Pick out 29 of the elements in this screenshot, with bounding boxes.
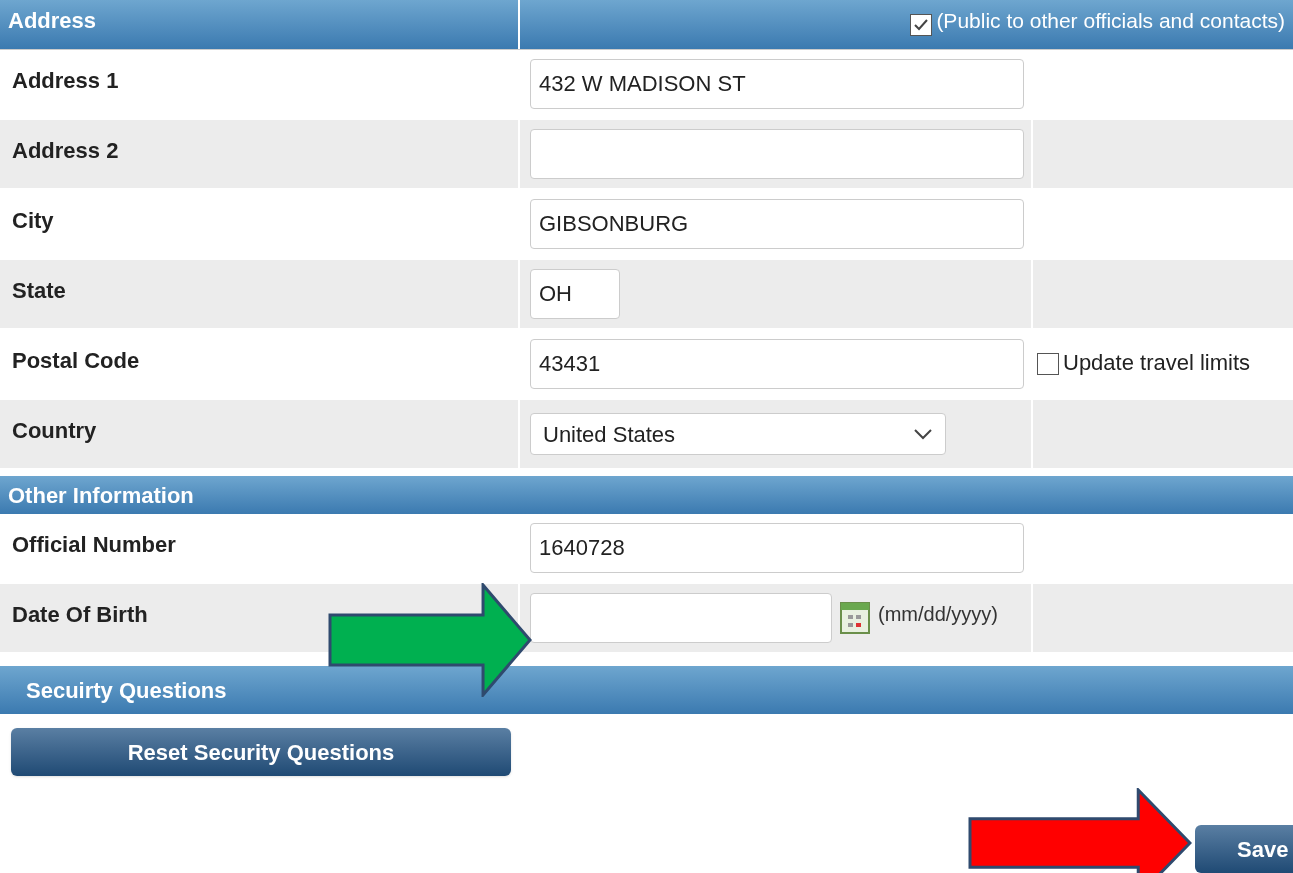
reset-button[interactable]: Reset Security Questions	[11, 728, 511, 776]
text-field[interactable]: 43431	[530, 339, 1024, 389]
section-header: Other Information	[0, 476, 1293, 514]
field-label: Date Of Birth	[12, 600, 148, 629]
field-label: Official Number	[12, 530, 176, 559]
calendar-icon[interactable]	[840, 602, 870, 634]
field-label: State	[12, 276, 66, 305]
option-label: Update travel limits	[1063, 348, 1251, 377]
field-label: Country	[12, 416, 97, 445]
field-label: City	[12, 206, 54, 235]
text-field[interactable]	[530, 129, 1024, 179]
text-field[interactable]: 1640728	[530, 523, 1024, 573]
text-field[interactable]: 432 W MADISON ST	[530, 59, 1024, 109]
country-dropdown[interactable]: United States	[530, 413, 946, 455]
section-header: Secuirty Questions	[0, 666, 1293, 714]
text-field[interactable]: GIBSONBURG	[530, 199, 1024, 249]
section-header: Address	[0, 0, 520, 49]
save-button[interactable]: Save	[1195, 825, 1293, 873]
field-label: Postal Code	[12, 346, 140, 375]
date-format-hint: (mm/dd/yyyy)	[878, 602, 998, 627]
text-field[interactable]: OH	[530, 269, 620, 319]
field-label: Address 2	[12, 136, 119, 165]
chevron-down-icon	[913, 428, 933, 440]
checkbox[interactable]	[1037, 353, 1059, 375]
field-label: Address 1	[12, 66, 119, 95]
date-field[interactable]	[530, 593, 832, 643]
checkmark-icon	[913, 17, 930, 32]
checkbox[interactable]	[910, 13, 933, 36]
public-label: (Public to other officials and contacts)	[936, 7, 1285, 34]
